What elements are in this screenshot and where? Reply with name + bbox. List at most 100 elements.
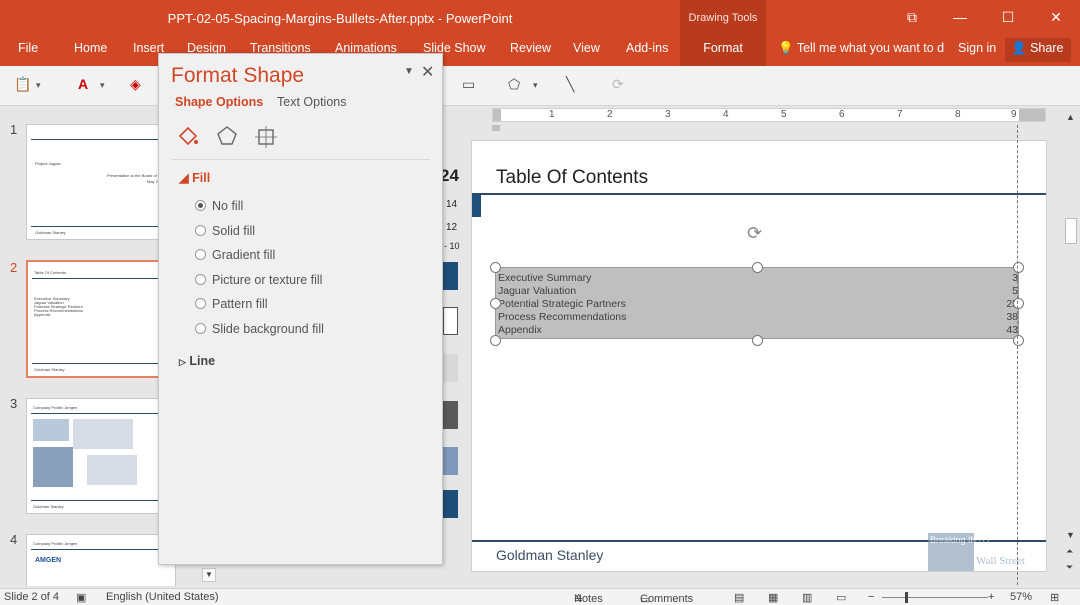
minimize-button[interactable]: — bbox=[950, 8, 970, 26]
resize-handle[interactable] bbox=[1013, 298, 1024, 309]
fill-section-header[interactable]: ◢ Fill bbox=[179, 170, 210, 185]
slide-thumbnail-4[interactable]: Company Profile: Amgen AMGEN bbox=[26, 534, 176, 586]
zoom-level[interactable]: 57% bbox=[1010, 591, 1032, 603]
zoom-slider-track[interactable] bbox=[882, 597, 988, 598]
edit-shape-icon[interactable]: ⬠ bbox=[508, 76, 520, 93]
effects-icon[interactable]: ⟳ bbox=[612, 76, 624, 93]
chevron-down-icon[interactable]: ▾ bbox=[100, 80, 105, 91]
thumb-footer: Goldman Stanley bbox=[35, 230, 66, 235]
slide-thumbnail-3[interactable]: Company Profile: Amgen Goldman Stanley bbox=[26, 398, 176, 514]
spacing-value: 12 bbox=[446, 222, 458, 233]
line-section-header[interactable]: ▷ Line bbox=[179, 354, 215, 368]
tab-view[interactable]: View bbox=[573, 41, 600, 55]
thumbnails-scroll-down-button[interactable]: ▼ bbox=[202, 568, 216, 582]
reading-view-icon[interactable]: ▥ bbox=[802, 591, 812, 604]
slide-thumbnail-2[interactable]: Table Of Contents Executive Summary Jagu… bbox=[26, 260, 176, 378]
tab-add-ins[interactable]: Add-ins bbox=[626, 41, 668, 55]
radio-picture-texture-fill[interactable]: Picture or texture fill bbox=[195, 273, 322, 287]
effects-pentagon-icon[interactable] bbox=[215, 124, 239, 148]
close-window-button[interactable]: ✕ bbox=[1046, 8, 1066, 26]
thumb-title-line bbox=[31, 413, 171, 414]
tab-shape-options[interactable]: Shape Options bbox=[175, 95, 263, 109]
resize-handle[interactable] bbox=[1013, 262, 1024, 273]
format-shape-pane: Format Shape ▼ ✕ Shape Options Text Opti… bbox=[158, 53, 443, 565]
radio-slide-background-fill[interactable]: Slide background fill bbox=[195, 322, 324, 336]
resize-handle[interactable] bbox=[1013, 335, 1024, 346]
vertical-scrollbar[interactable]: ▲ ▼ ⏶ ⏷ bbox=[1062, 106, 1080, 586]
shape-fill-icon[interactable]: ◈ bbox=[130, 76, 141, 93]
zoom-slider-thumb[interactable] bbox=[905, 592, 908, 603]
chevron-down-icon[interactable]: ▾ bbox=[533, 80, 538, 91]
radio-no-fill[interactable]: No fill bbox=[195, 199, 243, 213]
ruler-number: 5 bbox=[781, 109, 787, 120]
scroll-thumb[interactable] bbox=[1065, 218, 1077, 244]
slide-title[interactable]: Table Of Contents bbox=[496, 167, 648, 189]
maximize-button[interactable]: ☐ bbox=[998, 8, 1018, 26]
spell-check-icon[interactable]: ▣ bbox=[76, 591, 86, 604]
margin-guide-line bbox=[1017, 125, 1018, 585]
slide-sorter-icon[interactable]: ▦ bbox=[768, 591, 778, 604]
color-swatch bbox=[443, 354, 458, 382]
ruler-number: 8 bbox=[955, 109, 961, 120]
tab-review[interactable]: Review bbox=[510, 41, 551, 55]
sign-in-link[interactable]: Sign in bbox=[958, 41, 996, 55]
toc-row: Potential Strategic Partners 25 bbox=[498, 298, 1018, 311]
thumb-footer-line bbox=[31, 500, 171, 501]
title-underline bbox=[472, 193, 1046, 195]
resize-handle[interactable] bbox=[490, 298, 501, 309]
previous-slide-icon[interactable]: ⏶ bbox=[1066, 546, 1073, 557]
slide-canvas[interactable]: Table Of Contents ⟳ Executive Summary 3 … bbox=[471, 140, 1047, 572]
fill-line-icon[interactable] bbox=[176, 124, 200, 148]
horizontal-ruler[interactable]: 1 2 3 4 5 6 7 8 9 bbox=[492, 108, 1046, 122]
thumb-title: Table Of Contents bbox=[34, 270, 67, 275]
resize-handle[interactable] bbox=[752, 335, 763, 346]
title-accent-block bbox=[472, 195, 481, 217]
resize-handle[interactable] bbox=[490, 335, 501, 346]
text-box-icon[interactable]: ▭ bbox=[462, 76, 475, 93]
slideshow-view-icon[interactable]: ▭ bbox=[836, 591, 846, 604]
font-color-icon[interactable]: A bbox=[78, 76, 88, 92]
share-button[interactable]: 👤 Share bbox=[1005, 38, 1071, 62]
pane-title: Format Shape bbox=[171, 64, 305, 87]
radio-solid-fill[interactable]: Solid fill bbox=[195, 224, 255, 238]
close-icon[interactable]: ✕ bbox=[421, 62, 434, 82]
scroll-down-icon[interactable]: ▼ bbox=[1066, 530, 1075, 540]
status-bar: Slide 2 of 4 ▣ English (United States) ≙… bbox=[0, 588, 1080, 605]
color-swatch bbox=[443, 447, 458, 475]
tell-me-search[interactable]: 💡 Tell me what you want to d bbox=[778, 41, 944, 56]
resize-handle[interactable] bbox=[752, 262, 763, 273]
zoom-in-icon[interactable]: + bbox=[988, 591, 994, 603]
tab-home[interactable]: Home bbox=[74, 41, 107, 55]
normal-view-icon[interactable]: ▤ bbox=[734, 591, 744, 604]
color-swatch bbox=[443, 262, 458, 290]
language-indicator[interactable]: English (United States) bbox=[106, 591, 219, 603]
paste-icon[interactable]: 📋 bbox=[14, 76, 31, 93]
toc-text-box[interactable]: Executive Summary 3 Jaguar Valuation 5 P… bbox=[495, 267, 1019, 339]
size-properties-icon[interactable] bbox=[254, 124, 278, 148]
next-slide-icon[interactable]: ⏷ bbox=[1066, 562, 1073, 573]
resize-handle[interactable] bbox=[490, 262, 501, 273]
slide-footer[interactable]: Goldman Stanley bbox=[496, 547, 603, 563]
thumb-title: Project Jaguar bbox=[35, 161, 61, 166]
scroll-up-icon[interactable]: ▲ bbox=[1066, 112, 1075, 122]
toc-label: Executive Summary bbox=[498, 272, 592, 284]
slide-thumbnail-1[interactable]: Project Jaguar Presentation to the Board… bbox=[26, 124, 176, 240]
rotate-handle-icon[interactable]: ⟳ bbox=[747, 223, 762, 244]
chevron-down-icon[interactable]: ▾ bbox=[36, 80, 41, 91]
radio-dot bbox=[195, 249, 206, 260]
triangle-right-icon: ▷ bbox=[179, 357, 186, 367]
ruler-indent-marker[interactable] bbox=[492, 125, 500, 131]
line-icon[interactable]: ╲ bbox=[566, 76, 574, 93]
radio-gradient-fill[interactable]: Gradient fill bbox=[195, 248, 275, 262]
tab-text-options[interactable]: Text Options bbox=[277, 95, 346, 109]
color-swatch bbox=[443, 307, 458, 335]
ribbon-display-options-icon[interactable]: ⧉ bbox=[902, 8, 922, 26]
radio-dot bbox=[195, 200, 206, 211]
fit-slide-icon[interactable]: ⊞ bbox=[1050, 591, 1059, 604]
radio-pattern-fill[interactable]: Pattern fill bbox=[195, 297, 268, 311]
tab-file[interactable]: File bbox=[18, 41, 38, 55]
tab-format[interactable]: Format bbox=[680, 36, 766, 66]
chevron-down-icon[interactable]: ▼ bbox=[404, 66, 414, 77]
zoom-out-icon[interactable]: − bbox=[868, 591, 874, 603]
thumb-title-line bbox=[31, 549, 171, 550]
